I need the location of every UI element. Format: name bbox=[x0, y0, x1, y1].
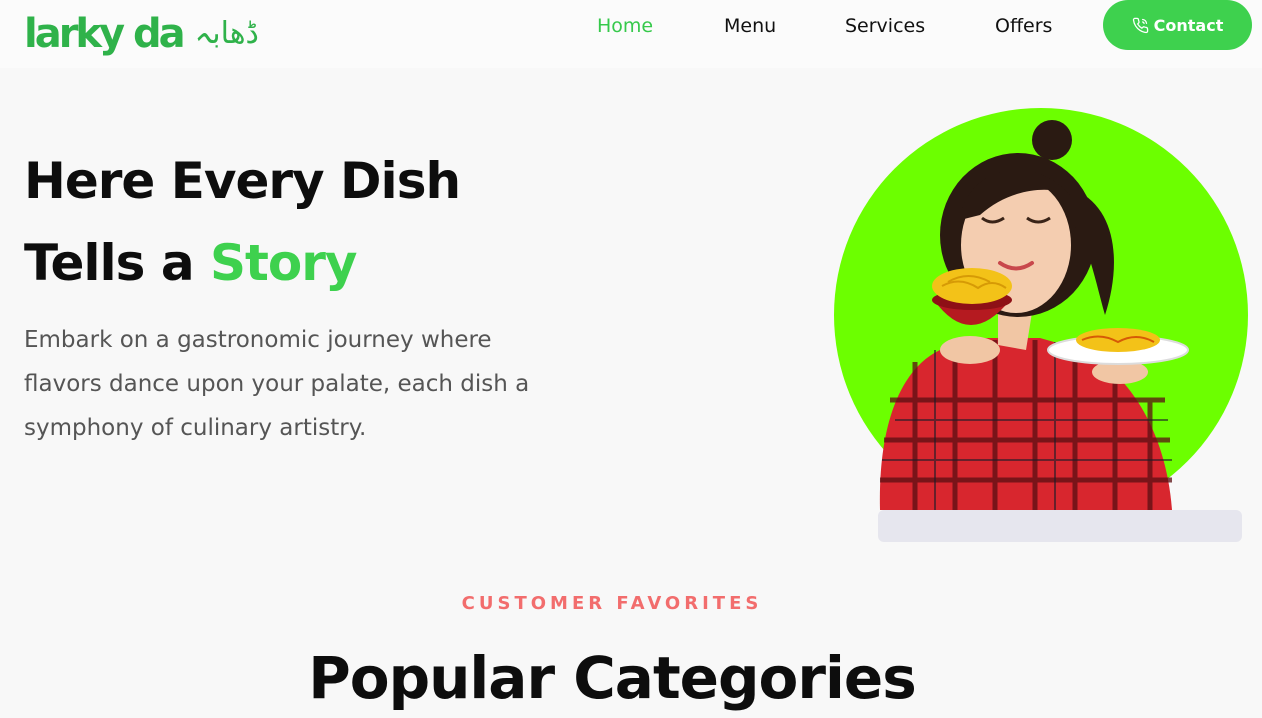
hero-title-accent: Story bbox=[209, 234, 358, 292]
nav-menu[interactable]: Menu bbox=[724, 15, 776, 43]
table-surface bbox=[878, 510, 1242, 542]
section-title: Popular Categories bbox=[308, 644, 916, 712]
hero-title-line2-prefix: Tells a bbox=[24, 234, 210, 292]
phone-icon bbox=[1132, 17, 1148, 33]
nav-home[interactable]: Home bbox=[597, 15, 653, 43]
contact-button[interactable]: Contact bbox=[1103, 0, 1252, 50]
brand-logo[interactable]: larky da ڈھابہ bbox=[24, 6, 259, 62]
hero-title-line1: Here Every Dish bbox=[24, 152, 461, 210]
nav-offers[interactable]: Offers bbox=[995, 15, 1052, 43]
section-eyebrow: CUSTOMER FAVORITES bbox=[461, 593, 763, 614]
hero-heading: Here Every Dish Tells a Story bbox=[24, 140, 584, 304]
contact-label: Contact bbox=[1153, 15, 1224, 35]
site-header: larky da ڈھابہ Home Menu Services Offers… bbox=[0, 0, 1262, 68]
hero-description: Embark on a gastronomic journey where fl… bbox=[24, 327, 530, 441]
hero-image bbox=[834, 108, 1248, 542]
brand-name-urdu: ڈھابہ bbox=[194, 16, 259, 51]
brand-name-latin: larky da bbox=[24, 11, 186, 57]
nav-services[interactable]: Services bbox=[845, 15, 925, 43]
